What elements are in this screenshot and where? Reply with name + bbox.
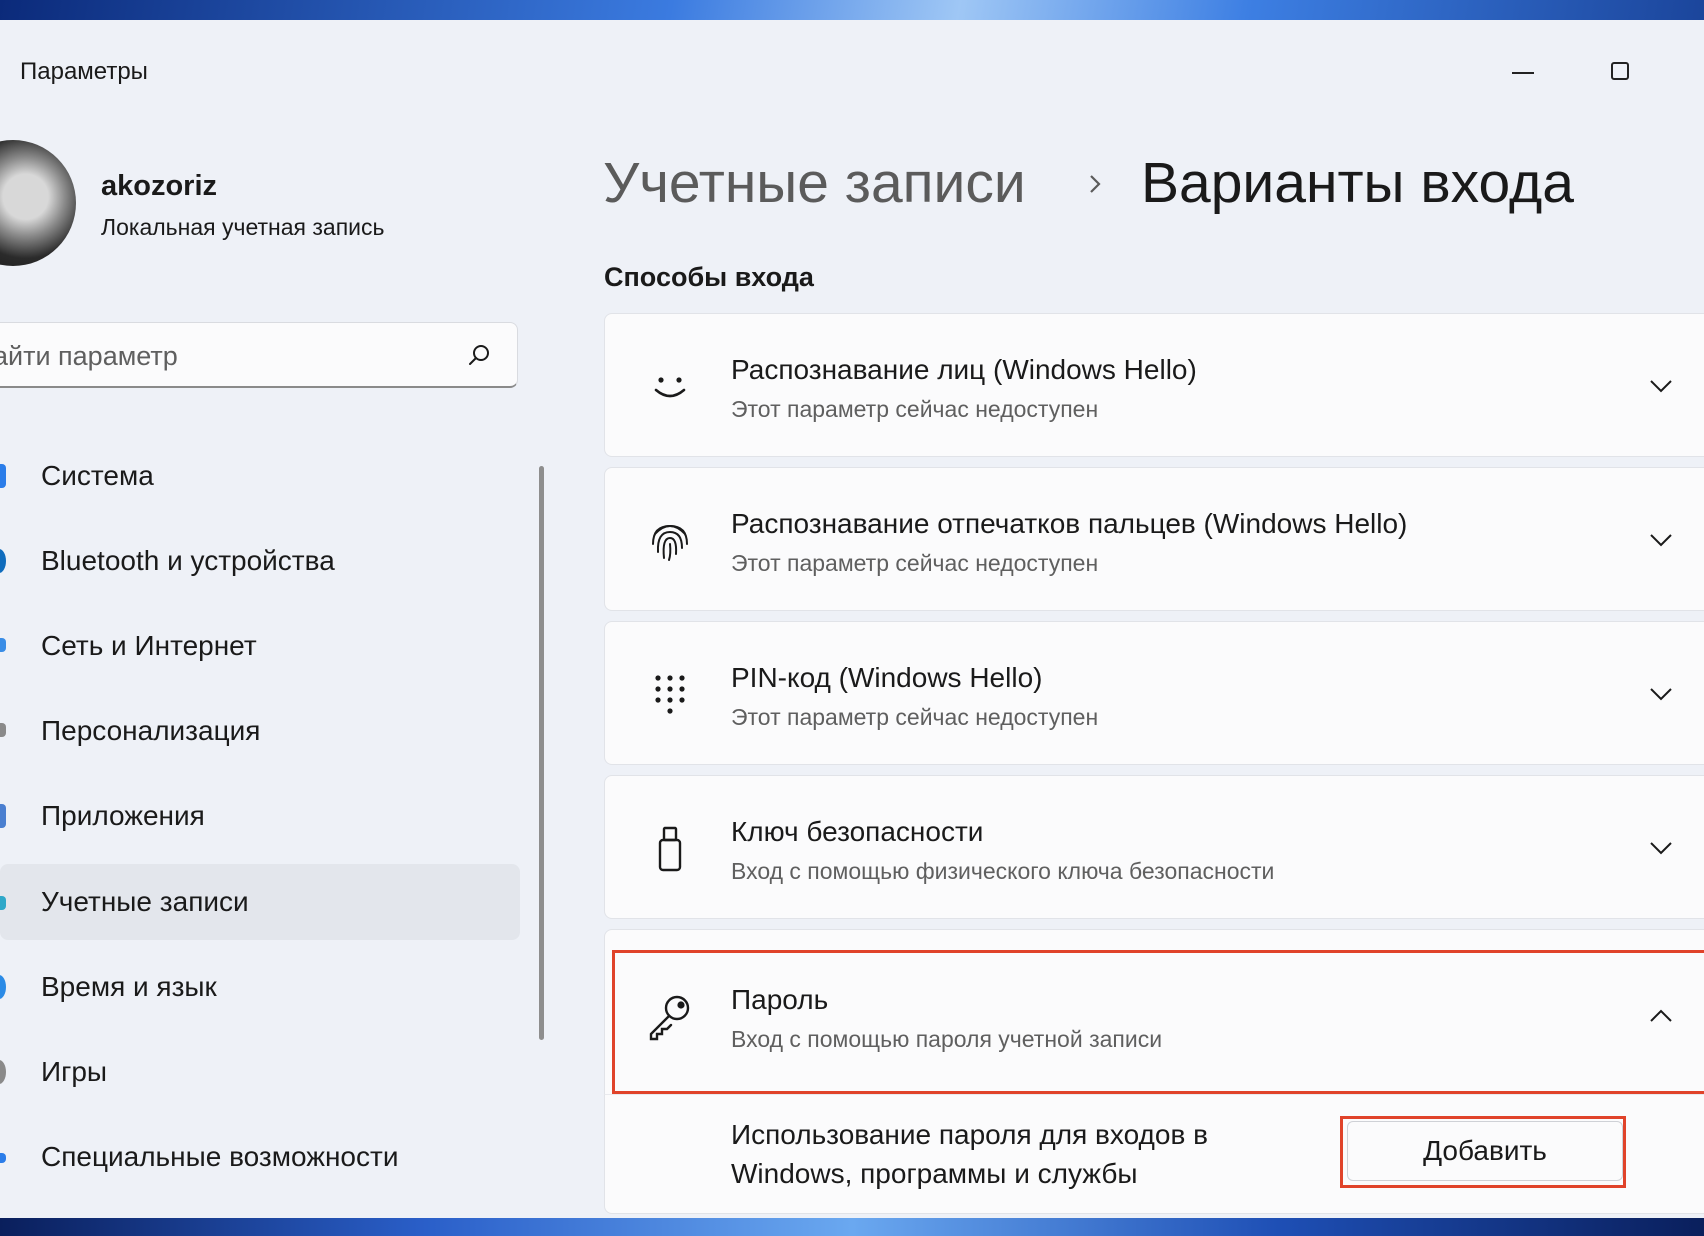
option-subtitle: Этот параметр сейчас недоступен — [731, 396, 1099, 422]
sidebar-item-label: Учетные записи — [41, 886, 249, 917]
account-type: Локальная учетная запись — [101, 214, 385, 240]
apps-icon — [0, 804, 6, 828]
chevron-down-icon[interactable] — [1647, 680, 1675, 708]
sidebar-item-personalization[interactable]: Персонализация — [0, 693, 520, 769]
sidebar-item-time-language[interactable]: Время и язык — [0, 949, 520, 1025]
maximize-button[interactable] — [1592, 40, 1652, 100]
sidebar-item-label: Приложения — [41, 800, 205, 831]
accounts-icon — [0, 896, 6, 910]
app-title: Параметры — [20, 58, 148, 85]
minimize-button[interactable] — [1494, 40, 1554, 100]
sidebar-item-system[interactable]: Система — [0, 438, 520, 514]
globe-icon — [0, 975, 6, 999]
signin-option-security-key[interactable]: Ключ безопасности Вход с помощью физичес… — [604, 775, 1704, 919]
usb-key-icon — [658, 826, 682, 872]
settings-window: Параметры akozoriz Локальная учетная зап… — [0, 20, 1704, 1218]
network-icon — [0, 638, 6, 652]
chevron-down-icon[interactable] — [1647, 834, 1675, 862]
face-icon — [654, 377, 686, 398]
chevron-right-icon — [1090, 175, 1101, 193]
option-subtitle: Этот параметр сейчас недоступен — [731, 550, 1099, 576]
sidebar-item-label: Персонализация — [41, 715, 261, 746]
pin-keypad-icon — [655, 675, 685, 714]
search-input[interactable] — [0, 337, 435, 375]
signin-option-face[interactable]: Распознавание лиц (Windows Hello) Этот п… — [604, 313, 1704, 457]
taskbar-edge — [0, 1218, 1704, 1236]
user-name: akozoriz — [101, 170, 218, 202]
sidebar-item-label: Система — [41, 460, 154, 491]
search-icon[interactable] — [467, 343, 491, 367]
option-title: Ключ безопасности — [731, 816, 984, 847]
title-bar: Параметры — [0, 20, 1704, 85]
sidebar-item-label: Сеть и Интернет — [41, 630, 257, 661]
option-subtitle: Вход с помощью физического ключа безопас… — [731, 858, 1275, 884]
accessibility-icon — [0, 1153, 6, 1163]
chevron-down-icon[interactable] — [1647, 372, 1675, 400]
gamepad-icon — [0, 1060, 6, 1084]
brush-icon — [0, 723, 6, 737]
sidebar-item-accessibility[interactable]: Специальные возможности — [0, 1119, 520, 1195]
sidebar-item-label: Игры — [41, 1056, 108, 1087]
fingerprint-icon — [652, 524, 688, 561]
chevron-down-icon[interactable] — [1647, 526, 1675, 554]
sidebar-item-label: Специальные возможности — [41, 1141, 399, 1172]
highlight-frame — [1340, 1116, 1626, 1188]
sidebar-item-network[interactable]: Сеть и Интернет — [0, 608, 520, 684]
sidebar-item-label: Время и язык — [41, 971, 217, 1002]
sidebar-item-gaming[interactable]: Игры — [0, 1034, 520, 1110]
bluetooth-icon — [0, 549, 6, 573]
sidebar-item-label: Bluetooth и устройства — [41, 545, 335, 576]
breadcrumb-parent[interactable]: Учетные записи — [603, 150, 1026, 216]
signin-option-pin[interactable]: PIN-код (Windows Hello) Этот параметр се… — [604, 621, 1704, 765]
sidebar-item-bluetooth[interactable]: Bluetooth и устройства — [0, 523, 520, 599]
password-description: Использование пароля для входов в Window… — [731, 1119, 1208, 1189]
option-subtitle: Этот параметр сейчас недоступен — [731, 704, 1099, 730]
signin-option-fingerprint[interactable]: Распознавание отпечатков пальцев (Window… — [604, 467, 1704, 611]
option-title: Распознавание лиц (Windows Hello) — [731, 354, 1197, 385]
avatar[interactable] — [0, 140, 76, 266]
page-title: Варианты входа — [1141, 151, 1574, 215]
option-title: Распознавание отпечатков пальцев (Window… — [731, 508, 1408, 539]
system-icon — [0, 464, 6, 488]
sidebar-item-apps[interactable]: Приложения — [0, 778, 520, 854]
sidebar-item-accounts[interactable]: Учетные записи — [0, 864, 520, 940]
section-title: Способы входа — [604, 262, 814, 292]
search-box[interactable] — [0, 322, 518, 388]
highlight-frame — [612, 950, 1704, 1094]
sidebar-scrollbar[interactable] — [539, 466, 544, 1040]
option-title: PIN-код (Windows Hello) — [731, 662, 1043, 693]
